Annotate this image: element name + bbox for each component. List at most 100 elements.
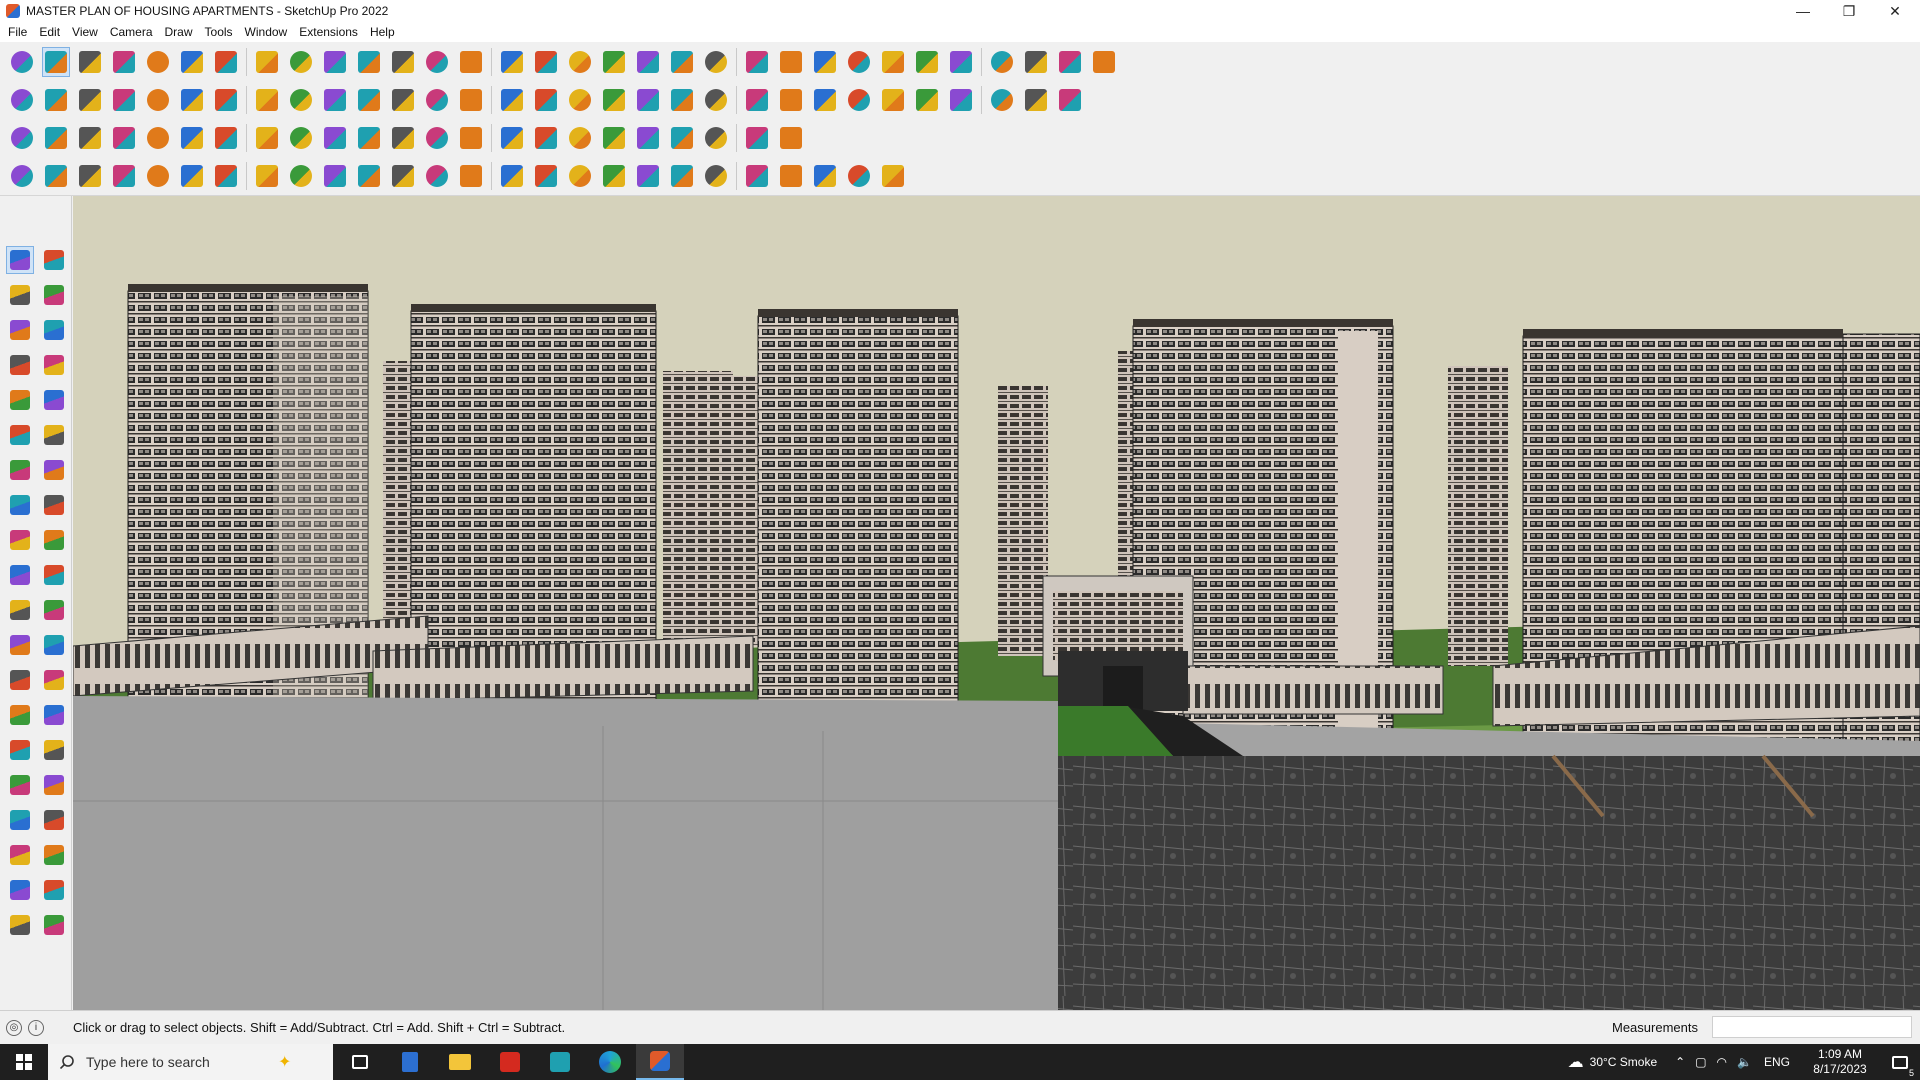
menu-window[interactable]: Window: [239, 22, 294, 42]
layers-button[interactable]: [702, 47, 730, 77]
rotate-button[interactable]: [321, 47, 349, 77]
tool-rotate[interactable]: [6, 561, 34, 589]
grid-button[interactable]: [702, 123, 730, 153]
house-button[interactable]: [600, 85, 628, 115]
tool-push-pull[interactable]: [40, 526, 68, 554]
tool-line[interactable]: [6, 351, 34, 379]
volume-icon[interactable]: 🔈: [1737, 1055, 1752, 1069]
follow-me-button[interactable]: [253, 47, 281, 77]
rectangle-button[interactable]: [178, 47, 206, 77]
tool-pan[interactable]: [40, 736, 68, 764]
sweep-button[interactable]: [600, 123, 628, 153]
tool-rectangle[interactable]: [6, 386, 34, 414]
tool-protractor[interactable]: [6, 666, 34, 694]
roof-button[interactable]: [457, 85, 485, 115]
menu-file[interactable]: File: [2, 22, 33, 42]
roof-tile-button[interactable]: [702, 161, 730, 191]
menu-extensions[interactable]: Extensions: [293, 22, 364, 42]
clock[interactable]: 1:09 AM 8/17/2023: [1800, 1047, 1880, 1077]
tool-previous[interactable]: [40, 806, 68, 834]
tool-tape[interactable]: [6, 631, 34, 659]
text-button[interactable]: [423, 47, 451, 77]
chevron-up-icon[interactable]: ⌃: [1675, 1055, 1685, 1069]
shear-button[interactable]: [355, 161, 383, 191]
walk-button[interactable]: [913, 47, 941, 77]
weld-button[interactable]: [8, 161, 36, 191]
wifi-icon[interactable]: ◠: [1717, 1055, 1727, 1069]
front-view-button[interactable]: [76, 85, 104, 115]
taskbar-app-edge[interactable]: [586, 1044, 634, 1080]
curve-edit-button[interactable]: [321, 123, 349, 153]
tool-pie[interactable]: [40, 456, 68, 484]
extrude-button[interactable]: [253, 123, 281, 153]
stair-button[interactable]: [634, 85, 662, 115]
railing-button[interactable]: [532, 161, 560, 191]
paint-bucket-button[interactable]: [457, 47, 485, 77]
leaf-button[interactable]: [457, 161, 485, 191]
spiral-button[interactable]: [947, 85, 975, 115]
material-button[interactable]: [1056, 85, 1084, 115]
intersect-button[interactable]: [321, 85, 349, 115]
tool-text[interactable]: [40, 631, 68, 659]
frame-button[interactable]: [212, 123, 240, 153]
tool-position-camera[interactable]: [6, 841, 34, 869]
red-tool-button[interactable]: [110, 123, 138, 153]
tool-orbit[interactable]: [40, 246, 68, 274]
sculpt-button[interactable]: [389, 161, 417, 191]
truss-button[interactable]: [845, 161, 873, 191]
pan-button[interactable]: [532, 47, 560, 77]
lathe-button[interactable]: [498, 123, 526, 153]
follow-me-button[interactable]: [253, 85, 281, 115]
tool-component[interactable]: [6, 316, 34, 344]
arrow-tool-button[interactable]: [76, 161, 104, 191]
window-button[interactable]: [532, 85, 560, 115]
push-pull-button[interactable]: [212, 47, 240, 77]
tool-3d-text[interactable]: [40, 701, 68, 729]
tool-zoom-window[interactable]: [40, 771, 68, 799]
column-button[interactable]: [811, 161, 839, 191]
joint-button[interactable]: [287, 123, 315, 153]
terrain-button[interactable]: [634, 161, 662, 191]
iso-view-button[interactable]: [8, 85, 36, 115]
zoom-window-button[interactable]: [566, 47, 594, 77]
ellipse-button[interactable]: [845, 85, 873, 115]
taskbar-app-acrobat[interactable]: [486, 1044, 534, 1080]
fillet-button[interactable]: [144, 123, 172, 153]
tool-section-plane[interactable]: [40, 876, 68, 904]
tool-polygon[interactable]: [40, 421, 68, 449]
sandbox-button[interactable]: [743, 47, 771, 77]
tool-orbit-view[interactable]: [6, 736, 34, 764]
extension-button[interactable]: [1090, 47, 1118, 77]
polygon-button[interactable]: [777, 85, 805, 115]
menu-camera[interactable]: Camera: [104, 22, 159, 42]
trim-button[interactable]: [389, 85, 417, 115]
solid-union-button[interactable]: [811, 47, 839, 77]
tool-eraser[interactable]: [40, 281, 68, 309]
measurements-input[interactable]: [1712, 1016, 1912, 1038]
hatch-button[interactable]: [566, 161, 594, 191]
bend-button[interactable]: [144, 161, 172, 191]
line-button[interactable]: [110, 47, 138, 77]
select-button[interactable]: [42, 47, 70, 77]
solid-subtract-button[interactable]: [845, 47, 873, 77]
shell-button[interactable]: [212, 161, 240, 191]
push-pull-button[interactable]: [110, 85, 138, 115]
stretch-button[interactable]: [253, 161, 281, 191]
mesh-button[interactable]: [634, 123, 662, 153]
task-view-button[interactable]: [336, 1044, 384, 1080]
info-icon[interactable]: i: [28, 1019, 44, 1036]
tool-select[interactable]: [6, 246, 34, 274]
explode-button[interactable]: [389, 123, 417, 153]
subdivide-button[interactable]: [668, 123, 696, 153]
menu-view[interactable]: View: [66, 22, 104, 42]
freehand-button[interactable]: [988, 85, 1016, 115]
taskbar-app-file-explorer[interactable]: [436, 1044, 484, 1080]
face-button[interactable]: [8, 123, 36, 153]
pyramid-button[interactable]: [457, 123, 485, 153]
bezier-button[interactable]: [743, 85, 771, 115]
scale-button[interactable]: [212, 85, 240, 115]
menu-draw[interactable]: Draw: [159, 22, 199, 42]
geo-location-icon[interactable]: ◎: [6, 1019, 22, 1036]
louvre-button[interactable]: [777, 161, 805, 191]
cone-button[interactable]: [423, 123, 451, 153]
